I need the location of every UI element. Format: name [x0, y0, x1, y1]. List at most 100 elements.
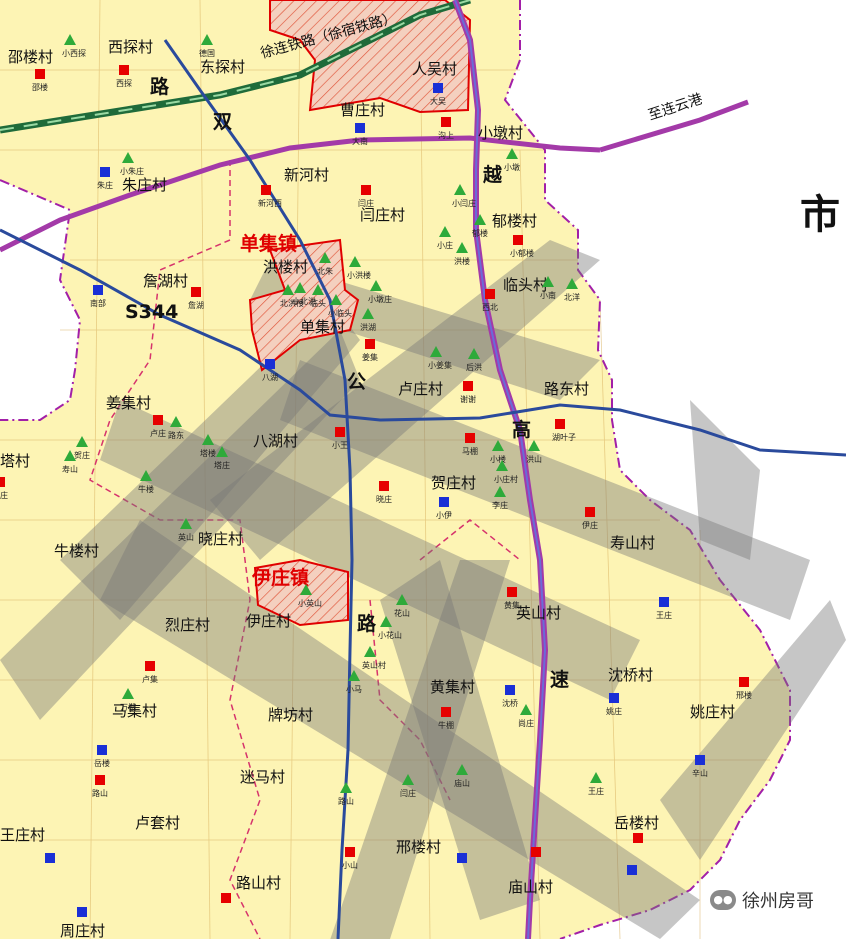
- settlement-small-label: 洪湖: [360, 322, 376, 332]
- village-label: 洪楼村: [263, 258, 308, 276]
- road-label-lu1: 路: [150, 75, 170, 98]
- settlement-small-label: 黄集: [504, 600, 520, 610]
- village-label: 英山村: [516, 604, 561, 622]
- settlement-small-label: 小郁楼: [510, 248, 534, 258]
- road-label-gong1: 公: [347, 371, 366, 393]
- village-label: 姜集村: [106, 394, 151, 412]
- village-label: 八湖村: [253, 432, 298, 450]
- village-red-square-icon: [191, 287, 201, 297]
- village-label: 晓庄村: [198, 530, 243, 548]
- settlement-small-label: 詹湖: [188, 300, 204, 310]
- village-red-square-icon: [739, 677, 749, 687]
- settlement-small-label: 路山: [92, 788, 108, 798]
- settlement-small-label: 大南: [352, 136, 368, 146]
- village-label: 牌坊村: [268, 706, 313, 724]
- road-label-s344: S344: [125, 301, 178, 323]
- watermark-text: 徐州房哥: [742, 891, 814, 912]
- settlement-small-label: 卢庄: [150, 428, 166, 438]
- village-red-square-icon: [513, 235, 523, 245]
- village-blue-square-icon: [695, 755, 705, 765]
- village-red-square-icon: [361, 185, 371, 195]
- village-red-square-icon: [261, 185, 271, 195]
- village-label: 朱庄村: [122, 176, 167, 194]
- village-red-square-icon: [335, 427, 345, 437]
- village-label: 詹湖村: [143, 272, 188, 290]
- village-blue-square-icon: [609, 693, 619, 703]
- settlement-small-label: 李庄: [492, 500, 508, 510]
- settlement-small-label: 沟上: [438, 130, 454, 140]
- village-blue-square-icon: [433, 83, 443, 93]
- settlement-small-label: 小山: [342, 860, 358, 870]
- settlement-small-label: 闫庄: [400, 788, 416, 798]
- settlement-small-label: 邢楼: [736, 690, 752, 700]
- settlement-small-label: 小英山: [298, 598, 322, 608]
- settlement-small-label: 西北: [482, 303, 498, 312]
- settlement-small-label: 小墩: [504, 162, 520, 172]
- village-label: 塔村: [0, 452, 30, 470]
- settlement-small-label: 小闫庄: [452, 198, 476, 208]
- village-label: 闫庄村: [360, 206, 405, 224]
- village-label: 庙山村: [508, 878, 553, 896]
- settlement-small-label: 南部: [90, 298, 106, 308]
- village-red-square-icon: [379, 481, 389, 491]
- village-label: 卢庄村: [398, 380, 443, 398]
- settlement-small-label: 洪楼: [454, 256, 470, 266]
- village-red-square-icon: [145, 661, 155, 671]
- village-label: 烈庄村: [165, 616, 210, 634]
- village-red-square-icon: [633, 833, 643, 843]
- village-red-square-icon: [365, 339, 375, 349]
- village-blue-square-icon: [457, 853, 467, 863]
- settlement-small-label: 王庄: [588, 786, 604, 796]
- village-label: 伊庄村: [246, 612, 291, 630]
- settlement-small-label: 路东: [168, 430, 184, 440]
- settlement-small-label: 朱庄: [97, 180, 113, 190]
- village-red-square-icon: [555, 419, 565, 429]
- settlement-small-label: 德国: [199, 48, 215, 58]
- watermark: ●● 徐州房哥: [704, 885, 820, 915]
- village-blue-square-icon: [355, 123, 365, 133]
- settlement-small-label: 新河西: [258, 198, 282, 208]
- village-blue-square-icon: [439, 497, 449, 507]
- village-red-square-icon: [35, 69, 45, 79]
- road-label-shuang: 双: [213, 111, 232, 133]
- settlement-small-label: 小临头: [328, 308, 352, 318]
- village-red-square-icon: [585, 507, 595, 517]
- village-label: 邢楼村: [396, 838, 441, 856]
- settlement-small-label: 王庄: [656, 610, 672, 620]
- settlement-small-label: 岳楼: [94, 758, 110, 768]
- settlement-small-label: 小朱庄: [120, 166, 144, 176]
- village-blue-square-icon: [659, 597, 669, 607]
- road-label-gao: 高: [512, 418, 531, 441]
- village-label: 贺庄村: [431, 474, 476, 492]
- settlement-small-label: 小庄: [437, 240, 453, 250]
- settlement-small-label: 八湖: [262, 373, 278, 382]
- village-label: 卢套村: [135, 814, 180, 832]
- village-red-square-icon: [441, 117, 451, 127]
- settlement-small-label: 塔庄: [214, 460, 230, 470]
- village-label: 路山村: [236, 874, 281, 892]
- village-label: 郁楼村: [492, 212, 537, 230]
- map-canvas: 市 双 公 路 高 速 越 路 S344 至连云港 徐连铁路（徐宿铁路） 单集镇…: [0, 0, 846, 939]
- settlement-small-label: 洪山: [526, 454, 542, 464]
- village-red-square-icon: [465, 433, 475, 443]
- village-label: 沈桥村: [608, 666, 653, 684]
- village-red-square-icon: [119, 65, 129, 75]
- settlement-small-label: 寿山: [62, 464, 78, 474]
- settlement-small-label: 大吴: [430, 96, 446, 106]
- village-red-square-icon: [531, 847, 541, 857]
- settlement-small-label: 庙山: [454, 778, 470, 788]
- settlement-small-label: 小伊: [436, 510, 452, 520]
- village-red-square-icon: [153, 415, 163, 425]
- settlement-small-label: 小姜集: [428, 360, 452, 370]
- village-label: 姚庄村: [690, 703, 735, 721]
- settlement-small-label: 辛山: [692, 768, 708, 778]
- settlement-small-label: 姚庄: [606, 706, 622, 716]
- settlement-small-label: 万楼: [120, 702, 136, 712]
- village-label: 周庄村: [60, 922, 105, 939]
- village-label: 迷马村: [240, 768, 285, 786]
- settlement-small-label: 花山: [394, 608, 410, 618]
- settlement-small-label: 小花山: [378, 630, 402, 640]
- settlement-small-label: 小墩庄: [368, 294, 392, 304]
- settlement-small-label: 西探: [116, 78, 132, 88]
- settlement-small-label: 郁楼: [472, 228, 488, 238]
